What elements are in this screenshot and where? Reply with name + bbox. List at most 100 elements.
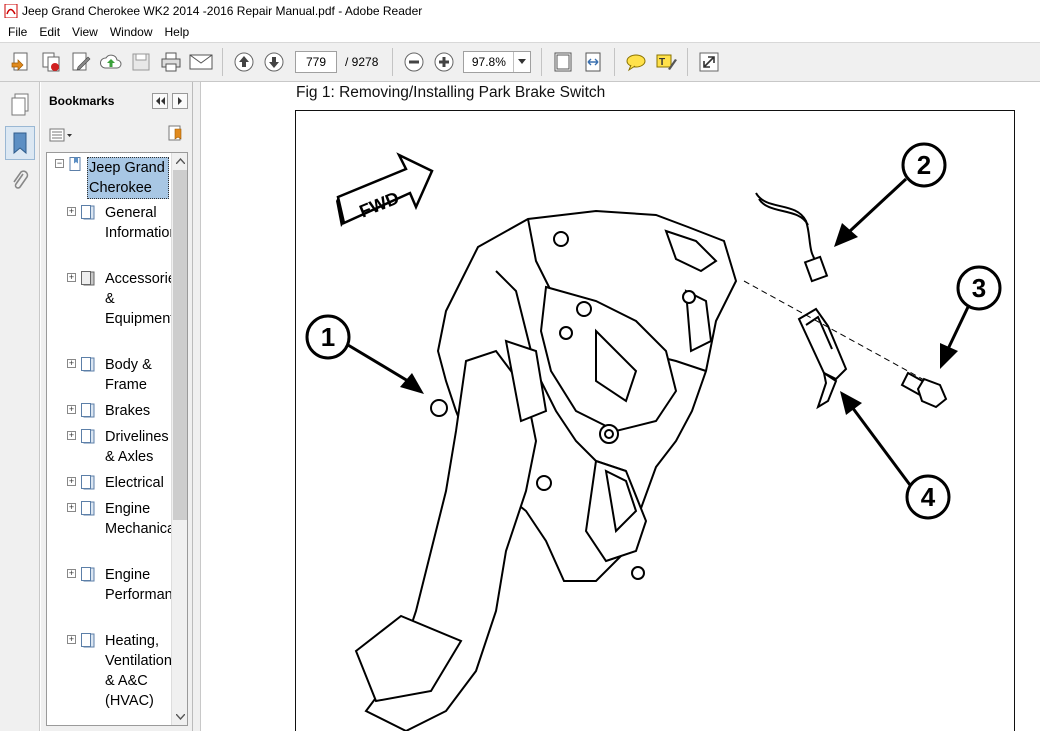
fit-width-icon bbox=[585, 52, 601, 72]
toolbar-separator bbox=[541, 48, 543, 76]
bookmark-label[interactable]: Body & Frame bbox=[105, 355, 171, 395]
collapse-toggle[interactable]: − bbox=[55, 159, 64, 168]
attachments-button[interactable] bbox=[5, 164, 35, 198]
expand-icon bbox=[699, 52, 719, 72]
bookmark-label[interactable]: Heating, Ventilation & A&C (HVAC) bbox=[105, 631, 172, 711]
comment-icon bbox=[626, 54, 646, 72]
callout-number: 3 bbox=[972, 273, 986, 303]
highlight-text-icon: T bbox=[656, 54, 678, 70]
bookmarks-tools bbox=[41, 120, 192, 150]
page-thumbnails-button[interactable] bbox=[5, 88, 35, 122]
print-button[interactable] bbox=[156, 47, 186, 77]
fit-page-button[interactable] bbox=[548, 47, 578, 77]
page-number-input[interactable]: 779 bbox=[295, 51, 337, 73]
menu-view[interactable]: View bbox=[66, 25, 104, 39]
menu-file[interactable]: File bbox=[2, 25, 33, 39]
toolbar-separator bbox=[392, 48, 394, 76]
bookmark-root-label[interactable]: Jeep Grand Cherokee bbox=[87, 157, 169, 199]
bookmarks-panel: Bookmarks − Jeep Grand Cherokee + Genera… bbox=[41, 82, 193, 731]
highlight-button[interactable]: T bbox=[651, 47, 681, 77]
callout-4: 4 bbox=[840, 391, 951, 520]
expand-toggle[interactable]: + bbox=[67, 477, 76, 486]
park-brake-switch bbox=[797, 307, 848, 410]
navigation-strip bbox=[0, 82, 40, 731]
create-pdf-button[interactable] bbox=[6, 47, 36, 77]
chevron-up-icon bbox=[175, 158, 185, 164]
toolbar: 779 / 9278 97.8% T bbox=[0, 42, 1040, 82]
bookmark-label[interactable]: Electrical bbox=[105, 473, 171, 493]
panel-splitter[interactable] bbox=[193, 82, 201, 731]
previous-page-button[interactable] bbox=[229, 47, 259, 77]
figure-caption: Fig 1: Removing/Installing Park Brake Sw… bbox=[296, 84, 606, 101]
options-menu-button[interactable] bbox=[49, 128, 73, 142]
combine-button[interactable] bbox=[36, 47, 66, 77]
upload-button[interactable] bbox=[96, 47, 126, 77]
pages-icon bbox=[11, 93, 29, 116]
menu-help[interactable]: Help bbox=[159, 25, 196, 39]
bookmark-label[interactable]: General Information bbox=[105, 203, 178, 243]
expand-toggle[interactable]: + bbox=[67, 405, 76, 414]
bookmark-page-icon bbox=[69, 157, 81, 171]
expand-toggle[interactable]: + bbox=[67, 635, 76, 644]
wire-connector bbox=[755, 192, 829, 283]
comment-button[interactable] bbox=[621, 47, 651, 77]
bookmark-label[interactable]: Engine Performance bbox=[105, 565, 187, 605]
chevron-down-icon[interactable] bbox=[514, 52, 530, 72]
bookmarks-panel-button[interactable] bbox=[5, 126, 35, 160]
scroll-up-button[interactable] bbox=[172, 153, 187, 169]
envelope-icon bbox=[189, 54, 213, 70]
cloud-upload-icon bbox=[99, 54, 122, 69]
zoom-select[interactable]: 97.8% bbox=[463, 51, 532, 73]
menu-edit[interactable]: Edit bbox=[33, 25, 66, 39]
bookmark-add-icon bbox=[168, 125, 182, 140]
bookmark-label[interactable]: Drivelines & Axles bbox=[105, 427, 171, 467]
menu-window[interactable]: Window bbox=[104, 25, 159, 39]
bookmark-label[interactable]: Engine Mechanical bbox=[105, 499, 178, 539]
pedal-assembly bbox=[354, 209, 738, 731]
collapse-panel-button[interactable] bbox=[152, 93, 168, 109]
minus-icon bbox=[404, 52, 424, 72]
expand-panel-button[interactable] bbox=[172, 93, 188, 109]
arrow-up-icon bbox=[234, 52, 254, 72]
plus-icon bbox=[434, 52, 454, 72]
bookmark-label[interactable]: Brakes bbox=[105, 401, 171, 421]
mounting-bolt bbox=[900, 371, 948, 409]
zoom-in-button[interactable] bbox=[429, 47, 459, 77]
toolbar-separator bbox=[687, 48, 689, 76]
bookmark-label[interactable]: Accessories & Equipment bbox=[105, 269, 183, 329]
scroll-thumb[interactable] bbox=[173, 170, 187, 520]
email-button[interactable] bbox=[186, 47, 216, 77]
double-chevron-left-icon bbox=[156, 97, 165, 105]
new-bookmark-button[interactable] bbox=[166, 125, 184, 146]
expand-button[interactable] bbox=[694, 47, 724, 77]
title-bar: Jeep Grand Cherokee WK2 2014 -2016 Repai… bbox=[0, 0, 1040, 22]
bookmark-icon bbox=[81, 475, 95, 490]
callout-number: 4 bbox=[921, 482, 936, 512]
page-total: / 9278 bbox=[345, 55, 379, 69]
list-options-icon bbox=[49, 128, 72, 142]
bookmark-icon bbox=[81, 403, 95, 418]
svg-text:T: T bbox=[659, 57, 665, 68]
chevron-down-icon bbox=[175, 714, 185, 720]
expand-toggle[interactable]: + bbox=[67, 359, 76, 368]
zoom-out-button[interactable] bbox=[399, 47, 429, 77]
bookmark-icon bbox=[13, 132, 27, 155]
scroll-down-button[interactable] bbox=[172, 709, 187, 725]
expand-toggle[interactable]: + bbox=[67, 207, 76, 216]
expand-toggle[interactable]: + bbox=[67, 569, 76, 578]
expand-toggle[interactable]: + bbox=[67, 503, 76, 512]
expand-toggle[interactable]: + bbox=[67, 431, 76, 440]
callout-number: 1 bbox=[321, 322, 335, 352]
window-title: Jeep Grand Cherokee WK2 2014 -2016 Repai… bbox=[22, 4, 423, 18]
edit-document-icon bbox=[72, 52, 91, 71]
fit-width-button[interactable] bbox=[578, 47, 608, 77]
zoom-value: 97.8% bbox=[464, 52, 515, 72]
save-button[interactable] bbox=[126, 47, 156, 77]
bookmarks-scrollbar[interactable] bbox=[171, 153, 187, 725]
next-page-button[interactable] bbox=[259, 47, 289, 77]
edit-button[interactable] bbox=[66, 47, 96, 77]
bookmark-icon bbox=[81, 567, 95, 582]
park-brake-illustration: FWD 1 2 3 4 bbox=[305, 142, 1002, 731]
create-pdf-icon bbox=[11, 52, 28, 71]
expand-toggle[interactable]: + bbox=[67, 273, 76, 282]
